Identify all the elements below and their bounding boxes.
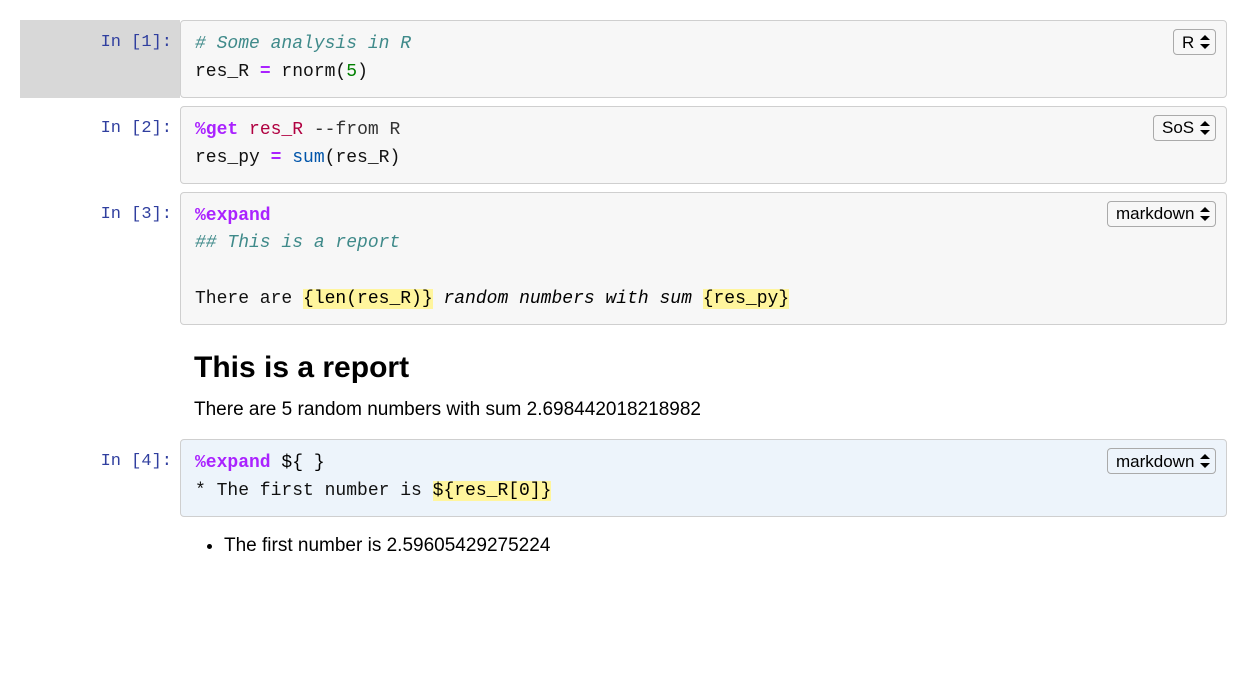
code-line [195,258,1212,286]
code-line: ## This is a report [195,230,1212,258]
code-input-3[interactable]: markdown %expand ## This is a report The… [180,192,1227,326]
code-line: %expand [195,203,1212,231]
output-heading: This is a report [194,351,1213,385]
code-input-1[interactable]: R # Some analysis in R res_R = rnorm(5) [180,20,1227,98]
code-line: res_R = rnorm(5) [195,59,1212,87]
template-var: {len(res_R)} [303,289,433,309]
template-var: ${res_R[0]} [433,481,552,501]
output-paragraph: There are 5 random numbers with sum 2.69… [194,399,1213,421]
cell-1: In [1]: R # Some analysis in R res_R = r… [20,20,1227,98]
kernel-select-2[interactable]: SoS [1153,115,1216,141]
code-comment: # Some analysis in R [195,34,411,54]
code-line: %expand ${ } [195,450,1212,478]
code-input-4[interactable]: markdown %expand ${ } * The first number… [180,439,1227,517]
kernel-select-3[interactable]: markdown [1107,201,1216,227]
cell-2: In [2]: SoS %get res_R --from R res_py =… [20,106,1227,184]
prompt-in-2: In [2]: [20,106,180,184]
cell-4: In [4]: markdown %expand ${ } * The firs… [20,439,1227,517]
output-4: The first number is 2.59605429275224 [180,525,1227,573]
template-var: {res_py} [703,289,789,309]
code-line: * The first number is ${res_R[0]} [195,478,1212,506]
code-line: There are {len(res_R)} random numbers wi… [195,286,1212,314]
code-line: res_py = sum(res_R) [195,145,1212,173]
prompt-in-3: In [3]: [20,192,180,326]
code-line: %get res_R --from R [195,117,1212,145]
output-bullet: The first number is 2.59605429275224 [224,535,1213,557]
kernel-select-1[interactable]: R [1173,29,1216,55]
cell-3: In [3]: markdown %expand ## This is a re… [20,192,1227,326]
prompt-in-4: In [4]: [20,439,180,517]
prompt-in-1: In [1]: [20,20,180,98]
code-input-2[interactable]: SoS %get res_R --from R res_py = sum(res… [180,106,1227,184]
output-3: This is a report There are 5 random numb… [180,333,1227,439]
kernel-select-4[interactable]: markdown [1107,448,1216,474]
